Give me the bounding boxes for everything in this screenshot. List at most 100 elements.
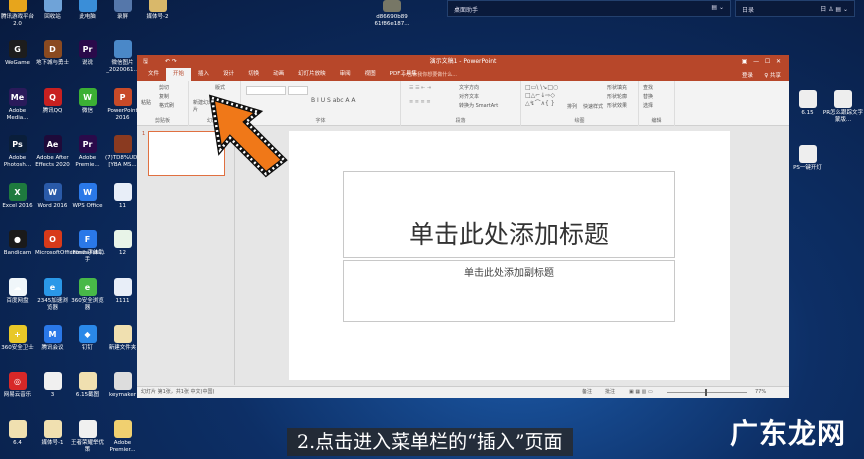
desktop-icon[interactable]: +360安全卫士 [0, 325, 35, 352]
desktop-icon[interactable]: Adobe Premier... [105, 420, 140, 454]
tab-5[interactable]: 动画 [266, 68, 291, 81]
desktop-icon[interactable]: 6.15截图 [70, 372, 105, 399]
tab-3[interactable]: 设计 [216, 68, 241, 81]
desktop-icon[interactable]: X Excel 2016 [0, 183, 35, 210]
login-button[interactable]: 登录 [742, 71, 753, 79]
desktop-icon[interactable]: 12 [105, 230, 140, 257]
icon-label: 腾讯游戏平台 2.0 [0, 14, 34, 27]
chevron-down-icon[interactable]: ▤ ⌄ [711, 4, 724, 11]
group-label: 编辑 [651, 118, 662, 124]
desktop-icon-file[interactable]: 6.15 [790, 90, 825, 117]
desktop-icon[interactable]: G WeGame [0, 40, 35, 67]
zoom-level[interactable]: 77% [755, 387, 766, 398]
desktop-icon[interactable]: ◎ 网易云音乐 [0, 372, 35, 399]
tab-7[interactable]: 审阅 [333, 68, 358, 81]
desktop-icon[interactable]: 此电脑 [70, 0, 105, 21]
app-icon [113, 372, 132, 390]
comments-button[interactable]: 批注 [605, 387, 615, 398]
desktop-icon-file[interactable]: d86690b89 61f86e187... [372, 0, 412, 28]
find-button[interactable]: 查找 [643, 84, 653, 91]
icon-label: 360安全浏览器 [71, 298, 104, 311]
tell-me-search[interactable]: ♀ 告诉我你想要做什么... [402, 71, 457, 78]
replace-button[interactable]: 替换 [643, 93, 653, 100]
format-painter-button[interactable]: 格式刷 [159, 102, 174, 109]
desktop-icon[interactable]: 媒体号-2 [140, 0, 175, 21]
icon-label: d86690b89 61f86e187... [374, 14, 410, 27]
desktop-icon[interactable]: 11 [105, 183, 140, 210]
desktop-icon[interactable]: 新建文件夹 [105, 325, 140, 352]
tab-2[interactable]: 插入 [191, 68, 216, 81]
desktop-icon[interactable]: Me Adobe Media... [0, 88, 35, 122]
chevron-down-icon[interactable]: 日 ♙ ▤ ⌄ [820, 4, 848, 13]
cut-button[interactable]: 剪切 [159, 84, 169, 91]
list-buttons[interactable]: ☰ ☰ ⇤ ⇥ [409, 85, 431, 91]
desktop-icon[interactable]: e 2345加速浏览器 [35, 278, 70, 312]
desktop-icon[interactable]: 王者荣耀举优策 [70, 420, 105, 454]
smartart-button[interactable]: 转换为 SmartArt [459, 102, 498, 109]
desktop-icon[interactable]: Ps Adobe Photosh... [0, 135, 35, 169]
desktop-icon[interactable]: 媒体号-1 [35, 420, 70, 447]
desktop-icon-file[interactable]: PS一键开灯 [790, 145, 825, 172]
desktop-icon[interactable]: Pr Adobe Premie... [70, 135, 105, 169]
desktop-icon[interactable]: ◆ 钉钉 [70, 325, 105, 352]
save-icon[interactable]: 🖫 [143, 55, 148, 68]
shape-fill-button[interactable]: 形状填充 [607, 84, 627, 91]
desktop-icon[interactable]: ☁ 百度网盘 [0, 278, 35, 305]
select-button[interactable]: 选择 [643, 102, 653, 109]
desktop-icon[interactable]: Ae Adobe After Effects 2020 [35, 135, 70, 169]
title-placeholder[interactable]: 单击此处添加标题 [343, 171, 675, 258]
font-format-buttons[interactable]: B I U S abc A A [311, 97, 356, 104]
notes-button[interactable]: 备注 [582, 387, 592, 398]
quick-styles-button[interactable]: 快速样式 [583, 103, 603, 110]
window-controls[interactable]: ▣ — ☐ ✕ [742, 55, 781, 68]
desktop-assistant-widget[interactable]: 桌面助手 ▤ ⌄ [447, 0, 731, 17]
share-button[interactable]: ♀ 共享 [764, 71, 781, 79]
desktop-icon[interactable]: D 地下城与勇士 [35, 40, 70, 67]
icon-label: Bandicam [3, 250, 32, 256]
subtitle-placeholder[interactable]: 单击此处添加副标题 [343, 260, 675, 322]
shape-effects-button[interactable]: 形状效果 [607, 102, 627, 109]
zoom-slider[interactable] [667, 389, 747, 396]
undo-icon[interactable]: ↶ ↷ [165, 55, 177, 68]
app-icon [113, 420, 132, 438]
desktop-icon[interactable]: 腾讯游戏平台 2.0 [0, 0, 35, 28]
copy-button[interactable]: 复制 [159, 93, 169, 100]
align-buttons[interactable]: ≡ ≡ ≡ ≡ [409, 99, 431, 105]
directory-widget[interactable]: 日录 日 ♙ ▤ ⌄ [735, 0, 855, 17]
desktop-icon[interactable]: (7)TD8%UD~[YBA MS... [105, 135, 142, 169]
paste-button[interactable]: 粘贴 [141, 99, 151, 106]
desktop-icon[interactable]: W 微信 [70, 88, 105, 115]
tab-0[interactable]: 文件 [141, 68, 166, 81]
view-buttons[interactable]: ▣ ▦ ▥ ▭ [629, 387, 653, 398]
desktop-icon[interactable]: Pr 说说 [70, 40, 105, 67]
desktop-icon[interactable]: 录屏 [105, 0, 140, 21]
align-text-button[interactable]: 对齐文本 [459, 93, 479, 100]
tab-6[interactable]: 幻灯片放映 [291, 68, 333, 81]
desktop-icon-file[interactable]: PR怎么跟踪文字蒙版... [822, 90, 864, 124]
desktop-icon[interactable]: 6.4 [0, 420, 35, 447]
desktop-icon[interactable]: 回收站 [35, 0, 70, 21]
desktop-icon[interactable]: 微信图片_2020061... [105, 40, 140, 74]
desktop-icon[interactable]: ● Bandicam [0, 230, 35, 257]
desktop-icon[interactable]: W Word 2016 [35, 183, 70, 210]
font-size-input[interactable] [288, 86, 308, 95]
status-slide-info: 幻灯片 第1张，共1张 中文(中国) [141, 389, 215, 395]
desktop-icon[interactable]: P PowerPoint 2016 [105, 88, 140, 122]
shape-outline-button[interactable]: 形状轮廓 [607, 93, 627, 100]
desktop-icon[interactable]: W WPS Office [70, 183, 105, 210]
tab-1[interactable]: 开始 [166, 68, 192, 81]
desktop-icon[interactable]: 1111 [105, 278, 140, 305]
desktop-icon[interactable]: M 腾讯会议 [35, 325, 70, 352]
shapes-gallery[interactable]: □▭\ \↘□○ □△⌐↓⇨◇ △↯⌒∧{ } [525, 84, 558, 108]
tab-4[interactable]: 切换 [241, 68, 266, 81]
arrange-button[interactable]: 排列 [567, 103, 577, 110]
tab-8[interactable]: 视图 [358, 68, 383, 81]
desktop-icon[interactable]: 3 [35, 372, 70, 399]
desktop-icon[interactable]: Q 腾讯QQ [35, 88, 70, 115]
desktop-icon[interactable]: keymaker [105, 372, 140, 399]
desktop-icon[interactable]: FiFonts字体助手 [70, 230, 105, 264]
desktop-icon[interactable]: e 360安全浏览器 [70, 278, 105, 312]
text-direction-button[interactable]: 文字方向 [459, 84, 479, 91]
editing-group: 查找 替换 选择 编辑 [639, 81, 675, 126]
desktop-icon[interactable]: O MicrosoftOfficeInstallati... [35, 230, 105, 257]
